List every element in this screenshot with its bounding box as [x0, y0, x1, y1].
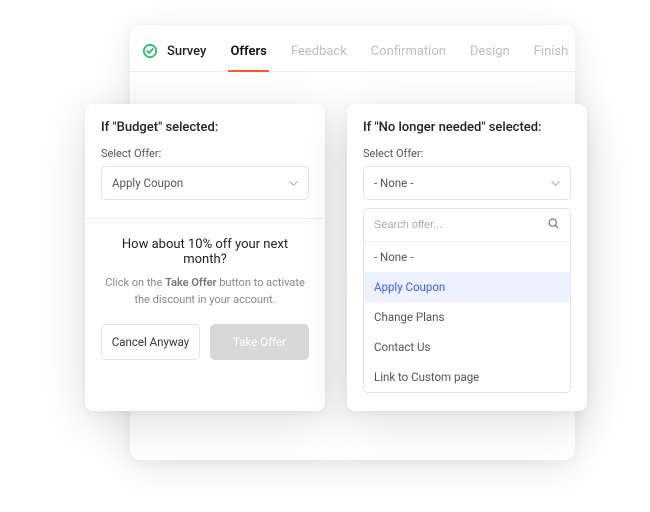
- select-value: Apply Coupon: [112, 176, 183, 190]
- tab-label: Offers: [230, 44, 266, 59]
- search-input[interactable]: [374, 219, 547, 231]
- button-row: Cancel Anyway Take Offer: [101, 324, 309, 360]
- option-contact-us[interactable]: Contact Us: [364, 332, 570, 362]
- cancel-anyway-button[interactable]: Cancel Anyway: [101, 324, 200, 360]
- tab-offers[interactable]: Offers: [230, 44, 266, 71]
- field-label: Select Offer:: [363, 147, 571, 160]
- select-value: - None -: [374, 176, 413, 190]
- option-apply-coupon[interactable]: Apply Coupon: [364, 272, 570, 302]
- tab-label: Feedback: [291, 44, 347, 59]
- take-offer-button[interactable]: Take Offer: [210, 324, 309, 360]
- tab-confirmation[interactable]: Confirmation: [371, 44, 446, 71]
- option-change-plans[interactable]: Change Plans: [364, 302, 570, 332]
- offer-heading: How about 10% off your next month?: [101, 237, 309, 267]
- chevron-down-icon: [551, 179, 560, 188]
- tab-label: Finish: [534, 44, 569, 59]
- search-icon: [547, 217, 560, 233]
- tab-design[interactable]: Design: [470, 44, 510, 71]
- option-label: Apply Coupon: [374, 280, 445, 294]
- offer-dropdown: - None - Apply Coupon Change Plans Conta…: [363, 208, 571, 393]
- divider: [85, 218, 325, 219]
- tab-survey[interactable]: Survey: [142, 43, 206, 71]
- offer-body-bold: Take Offer: [165, 276, 216, 289]
- option-label: - None -: [374, 250, 413, 264]
- chevron-down-icon: [289, 179, 298, 188]
- offer-select-nolonger[interactable]: - None -: [363, 166, 571, 200]
- cards-row: If "Budget" selected: Select Offer: Appl…: [85, 104, 587, 411]
- option-custom-page[interactable]: Link to Custom page: [364, 362, 570, 392]
- option-label: Contact Us: [374, 340, 430, 354]
- tab-label: Design: [470, 44, 510, 59]
- button-label: Cancel Anyway: [112, 335, 189, 349]
- tab-finish[interactable]: Finish: [534, 44, 569, 71]
- offer-body: Click on the Take Offer button to activa…: [101, 275, 309, 308]
- offer-select-budget[interactable]: Apply Coupon: [101, 166, 309, 200]
- card-budget: If "Budget" selected: Select Offer: Appl…: [85, 104, 325, 411]
- card-title: If "Budget" selected:: [101, 120, 309, 135]
- button-label: Take Offer: [233, 335, 286, 349]
- option-none[interactable]: - None -: [364, 242, 570, 272]
- offer-body-pre: Click on the: [105, 276, 165, 289]
- card-no-longer-needed: If "No longer needed" selected: Select O…: [347, 104, 587, 411]
- search-row: [364, 209, 570, 242]
- tabs: Survey Offers Feedback Confirmation Desi…: [130, 25, 575, 72]
- tab-label: Confirmation: [371, 44, 446, 59]
- field-label: Select Offer:: [101, 147, 309, 160]
- option-label: Change Plans: [374, 310, 444, 324]
- tab-label: Survey: [167, 44, 206, 59]
- tab-feedback[interactable]: Feedback: [291, 44, 347, 71]
- option-label: Link to Custom page: [374, 370, 479, 384]
- check-circle-icon: [142, 43, 158, 59]
- card-title: If "No longer needed" selected:: [363, 120, 571, 135]
